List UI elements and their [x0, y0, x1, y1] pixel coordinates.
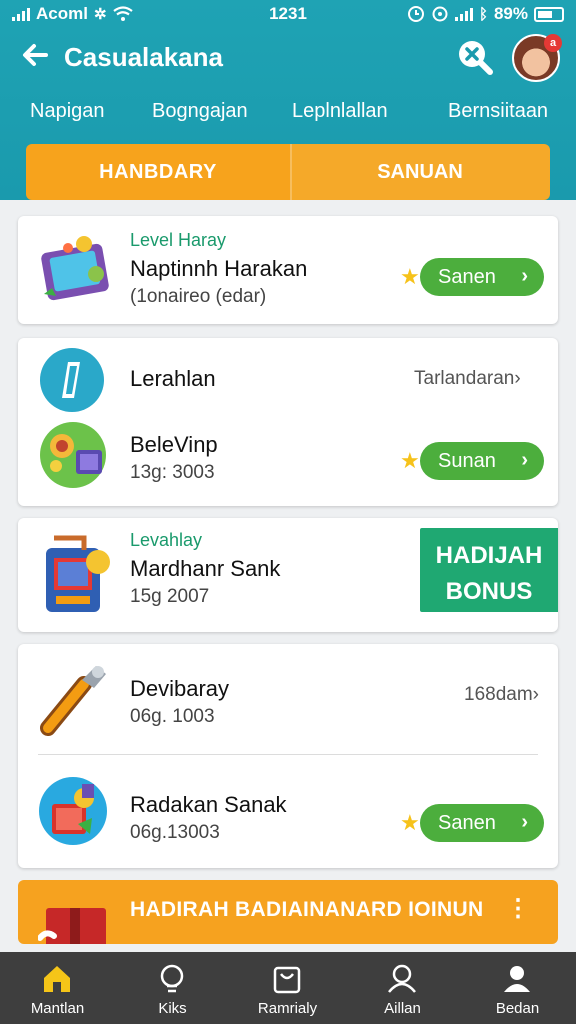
side-link-label: Tarlandaran [414, 368, 515, 389]
segment-tabs: HANBDARY SANUAN [26, 144, 550, 200]
ruler-icon [40, 348, 104, 412]
reward-card-4: Devibaray 06g. 1003 168dam› Radakan Sana… [18, 644, 558, 868]
bottom-nav-home[interactable]: Mantlan [0, 952, 115, 1024]
avatar[interactable]: a [512, 34, 562, 82]
game-machine-icon [46, 535, 110, 612]
bottom-nav-item-5[interactable]: Bedan [460, 952, 575, 1024]
divider [38, 754, 538, 755]
card-title: Mardhanr Sank [130, 556, 281, 581]
game-board-icon [41, 236, 109, 301]
gift-icon [38, 908, 106, 944]
card-subtitle: 15g 2007 [130, 586, 210, 607]
profile-outline-icon [388, 964, 416, 993]
wrench-icon [40, 666, 106, 736]
gift-box-icon [40, 422, 106, 488]
card-title: Devibaray [130, 676, 230, 701]
reward-card-1: Level Haray Naptinnh Harakan (1onaireo (… [18, 216, 558, 324]
chevron-right-icon: › [521, 449, 528, 471]
bottom-nav-label: Mantlan [30, 1000, 85, 1017]
chevron-right-icon: › [521, 265, 528, 287]
card-subtitle: 06g. 1003 [130, 706, 215, 727]
nav-item-4[interactable]: Bernsiitaan [448, 100, 548, 123]
claim-button-label: Sanen [438, 811, 496, 834]
star-icon: ★ [400, 264, 420, 289]
star-icon: ★ [400, 448, 420, 473]
side-link-label: 168dam [464, 684, 533, 705]
more-vert-icon[interactable]: ⋮ [506, 894, 530, 923]
cell-signal-icon [454, 7, 473, 21]
nav-item-3[interactable]: Leplnlallan [292, 100, 388, 123]
battery-icon [534, 6, 564, 22]
claim-button[interactable]: Sanen › [420, 804, 544, 842]
card-title: Radakan Sanak [130, 792, 287, 817]
notification-badge: a [544, 34, 562, 52]
bottom-nav-item-4[interactable]: Aillan [345, 952, 460, 1024]
card-subtitle: 13g: 3003 [130, 462, 215, 483]
bonus-line-1: HADIJAH [435, 542, 543, 569]
claim-button-label: Sunan [438, 449, 496, 472]
treasure-icon [39, 777, 107, 845]
search-icon [459, 41, 493, 75]
search-button[interactable] [456, 38, 494, 76]
status-bar: Acoml ✲ 1231 ᛒ 89% [0, 0, 576, 28]
alarm-icon [407, 6, 424, 22]
page-title: Casualakana [64, 42, 223, 72]
star-icon: ★ [400, 810, 420, 835]
tab-segment-1[interactable]: HANBDARY [26, 144, 290, 200]
back-button[interactable] [20, 40, 56, 76]
bottom-nav-item-3[interactable]: Ramrialy [230, 952, 345, 1024]
bottom-nav-item-2[interactable]: Kiks [115, 952, 230, 1024]
card-kicker: Level Haray [130, 230, 227, 250]
card-kicker: Levahlay [130, 530, 203, 550]
card-subtitle: 06g.13003 [130, 822, 220, 843]
bottom-nav-label: Ramrialy [257, 1000, 318, 1017]
tab-segment-2[interactable]: SANUAN [290, 144, 550, 200]
promo-text: HADIRAH BADIAINANARD IOINUN [130, 898, 484, 921]
chevron-right-icon: › [514, 368, 521, 389]
side-link[interactable]: Tarlandaran› [414, 368, 521, 390]
bottom-nav: Mantlan Kiks Ramrialy Aillan Bedan [0, 952, 576, 1024]
user-icon [504, 966, 530, 992]
card-title: BeleVinp [130, 432, 218, 457]
title-bar: Casualakana a [0, 32, 576, 82]
bottom-nav-label: Aillan [384, 1000, 421, 1017]
bluetooth-icon: ᛒ [478, 5, 488, 23]
reward-card-2: Lerahlan Tarlandaran› BeleVinp 13g: 3003… [18, 338, 558, 506]
battery-percent: 89% [493, 4, 528, 23]
bonus-line-2: BONUS [445, 578, 533, 605]
bag-icon [273, 966, 301, 994]
card-title: Lerahlan [130, 366, 216, 391]
card-title: Naptinnh Harakan [130, 256, 308, 281]
side-link[interactable]: 168dam› [464, 684, 539, 706]
app-header: Acoml ✲ 1231 ᛒ 89% Casualakana a Napigan… [0, 0, 576, 200]
arrow-left-icon [23, 44, 48, 66]
claim-button[interactable]: Sanen › [420, 258, 544, 296]
promo-banner[interactable]: HADIRAH BADIAINANARD IOINUN ⋮ [18, 880, 558, 944]
claim-button[interactable]: Sunan › [420, 442, 544, 480]
sync-icon [432, 6, 448, 22]
claim-button-label: Sanen [438, 265, 496, 288]
nav-item-1[interactable]: Napigan [30, 100, 105, 123]
bonus-button[interactable]: HADIJAH BONUS [420, 528, 558, 612]
card-subtitle: (1onaireo (edar) [130, 286, 267, 307]
home-icon [44, 966, 70, 992]
category-nav: Napigan Bogngajan Leplnlallan Bernsiitaa… [0, 100, 576, 130]
nav-item-2[interactable]: Bogngajan [152, 100, 248, 123]
bottom-nav-label: Kiks [158, 1000, 187, 1017]
bottom-nav-label: Bedan [495, 1000, 540, 1017]
lightbulb-icon [160, 964, 184, 993]
chevron-right-icon: › [532, 684, 539, 705]
chevron-right-icon: › [521, 811, 528, 833]
